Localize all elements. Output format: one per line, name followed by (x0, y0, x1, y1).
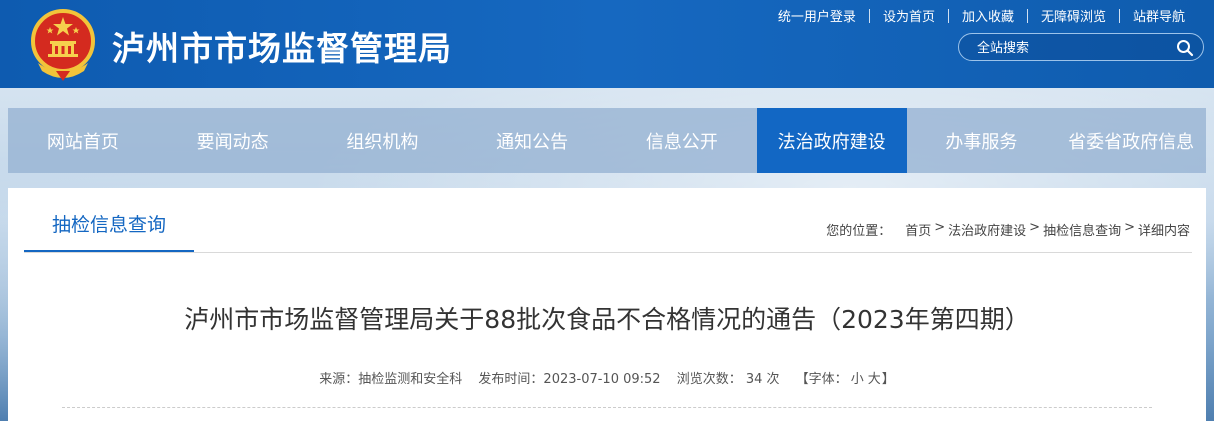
site-title: 泸州市市场监督管理局 (112, 29, 452, 68)
search-input[interactable] (977, 38, 1167, 58)
divider (24, 252, 1192, 253)
content-panel: 抽检信息查询 您的位置： 首页 > 法治政府建设 > 抽检信息查询 > 详细内容… (8, 188, 1206, 421)
breadcrumb-label: 您的位置： (826, 224, 892, 239)
main-nav: 网站首页 要闻动态 组织机构 通知公告 信息公开 法治政府建设 办事服务 省委省… (8, 108, 1206, 173)
breadcrumb-separator: > (1124, 220, 1135, 235)
font-small-button[interactable]: 小 (851, 372, 864, 387)
article-publish-time: 发布时间：2023-07-10 09:52 (478, 372, 661, 387)
search-box (958, 33, 1204, 61)
breadcrumb: 您的位置： 首页 > 法治政府建设 > 抽检信息查询 > 详细内容 (826, 220, 1190, 239)
top-link-accessibility[interactable]: 无障碍浏览 (1028, 6, 1119, 25)
font-size-close: 】 (881, 372, 895, 387)
article-meta: 来源：抽检监测和安全科 发布时间：2023-07-10 09:52 浏览次数： … (8, 368, 1206, 387)
divider (62, 407, 1152, 408)
article-title: 泸州市市场监督管理局关于88批次食品不合格情况的通告（2023年第四期） (184, 305, 1030, 334)
nav-item-notices[interactable]: 通知公告 (457, 108, 607, 173)
breadcrumb-rule-of-law[interactable]: 法治政府建设 (948, 220, 1026, 239)
top-link-add-favorite[interactable]: 加入收藏 (949, 6, 1027, 25)
article-views: 浏览次数： 34 次 (676, 372, 780, 387)
national-emblem-icon (31, 9, 95, 81)
article-source: 来源：抽检监测和安全科 (319, 372, 463, 387)
nav-item-home[interactable]: 网站首页 (8, 108, 158, 173)
font-size-control: 【字体：小大】 (796, 372, 895, 387)
nav-item-news[interactable]: 要闻动态 (158, 108, 308, 173)
top-links: 统一用户登录 设为首页 加入收藏 无障碍浏览 站群导航 (765, 6, 1198, 25)
search-icon[interactable] (1176, 39, 1194, 57)
top-link-site-navigation[interactable]: 站群导航 (1120, 6, 1198, 25)
breadcrumb-separator: > (1029, 220, 1041, 235)
nav-item-organization[interactable]: 组织机构 (308, 108, 458, 173)
site-header: 泸州市市场监督管理局 统一用户登录 设为首页 加入收藏 无障碍浏览 站群导航 (0, 0, 1214, 88)
breadcrumb-separator: > (934, 220, 946, 235)
nav-item-services[interactable]: 办事服务 (907, 108, 1057, 173)
breadcrumb-detail[interactable]: 详细内容 (1138, 220, 1190, 239)
section-tab[interactable]: 抽检信息查询 (24, 210, 194, 253)
top-link-set-homepage[interactable]: 设为首页 (870, 6, 948, 25)
nav-item-rule-of-law[interactable]: 法治政府建设 (756, 108, 907, 173)
top-link-login[interactable]: 统一用户登录 (765, 6, 869, 25)
breadcrumb-inspection-query[interactable]: 抽检信息查询 (1043, 220, 1121, 239)
font-size-label: 【字体： (795, 372, 848, 387)
nav-item-info-disclosure[interactable]: 信息公开 (607, 108, 757, 173)
font-large-button[interactable]: 大 (868, 372, 881, 387)
breadcrumb-home[interactable]: 首页 (905, 220, 931, 239)
nav-item-provincial-info[interactable]: 省委省政府信息 (1056, 108, 1206, 173)
